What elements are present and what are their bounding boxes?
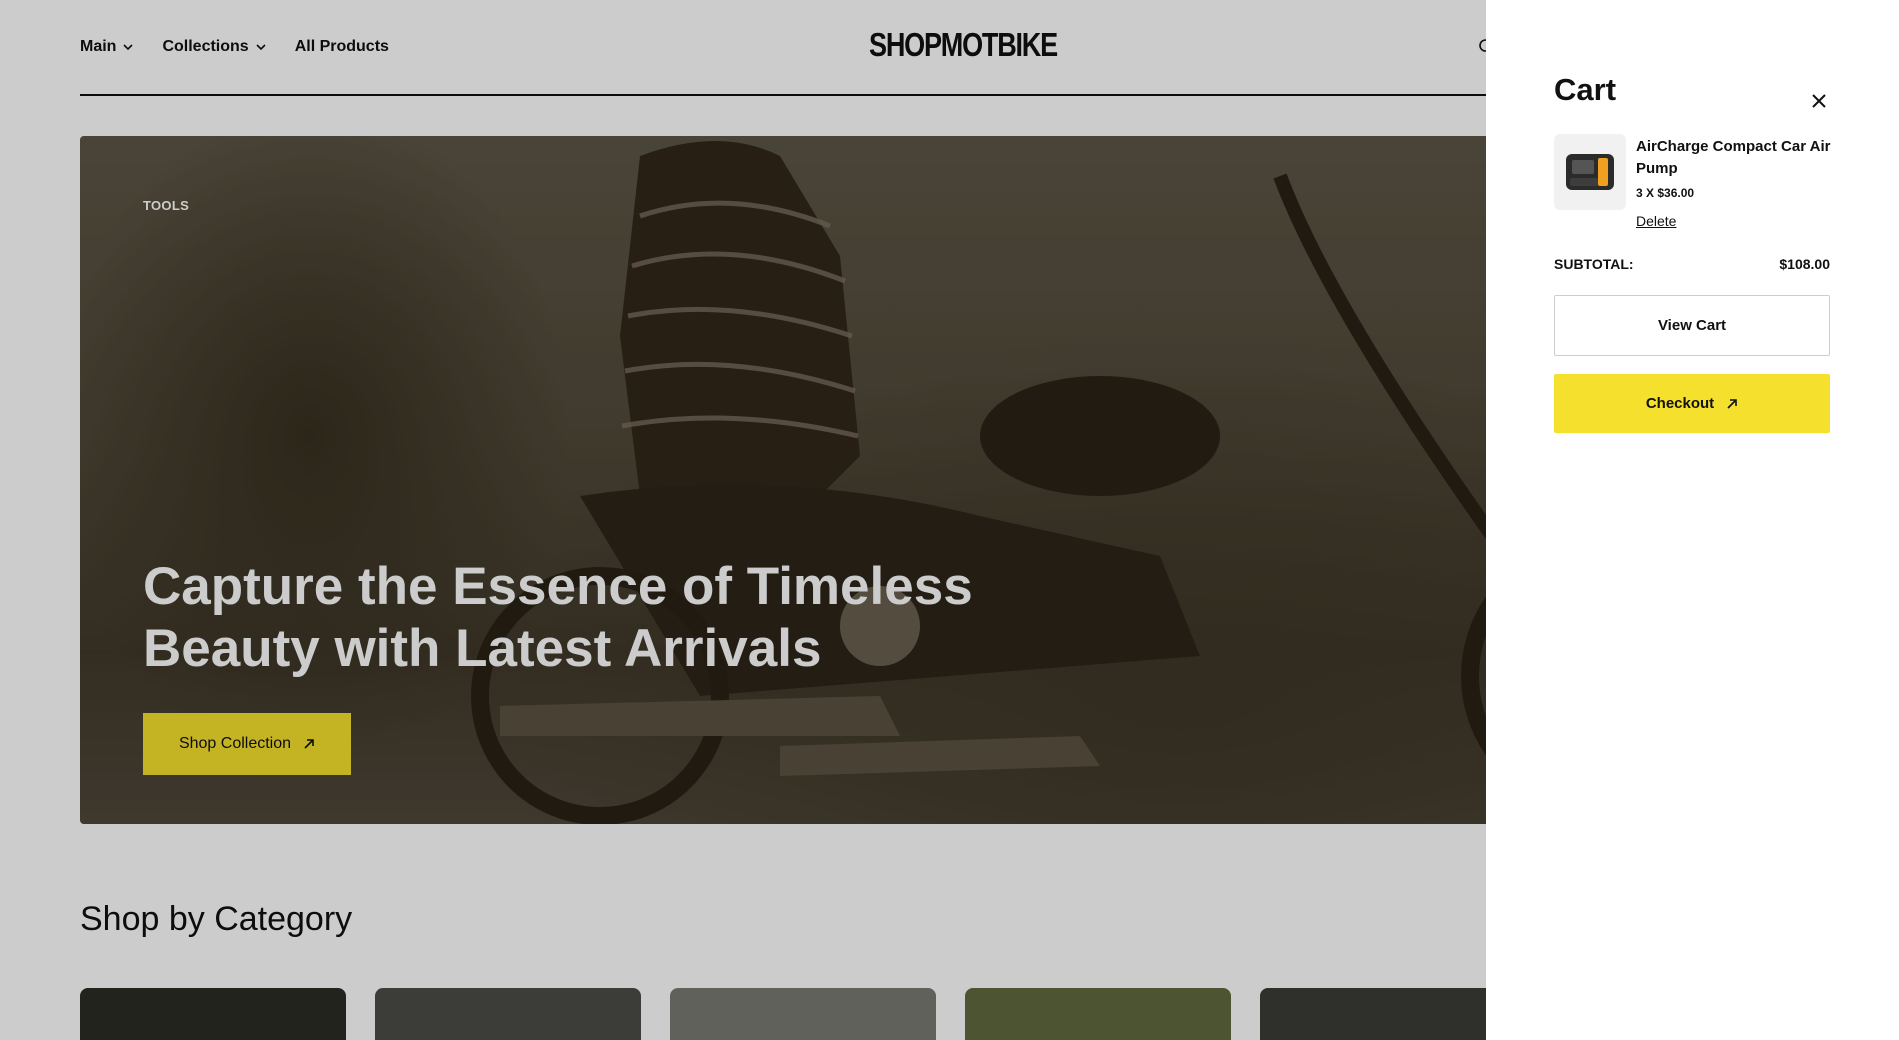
view-cart-button[interactable]: View Cart: [1554, 295, 1830, 356]
cart-subtotal: SUBTOTAL: $108.00: [1554, 256, 1830, 272]
close-icon[interactable]: [1808, 90, 1830, 112]
cart-item-quantity-price: 3 X $36.00: [1636, 186, 1695, 200]
product-thumbnail[interactable]: [1554, 134, 1626, 210]
cart-item-name[interactable]: AirCharge Compact Car Air Pump: [1636, 136, 1832, 180]
cart-drawer: Cart AirCharge Compact Car Air Pump 3 X …: [1486, 0, 1899, 1040]
subtotal-label: SUBTOTAL:: [1554, 256, 1634, 272]
cart-title: Cart: [1554, 72, 1617, 107]
subtotal-value: $108.00: [1779, 256, 1830, 272]
air-pump-image: [1566, 154, 1614, 190]
checkout-label: Checkout: [1645, 395, 1715, 412]
arrow-up-right-icon: [1727, 398, 1737, 409]
cart-item-delete-link[interactable]: Delete: [1636, 213, 1676, 229]
checkout-button[interactable]: Checkout: [1554, 374, 1830, 433]
